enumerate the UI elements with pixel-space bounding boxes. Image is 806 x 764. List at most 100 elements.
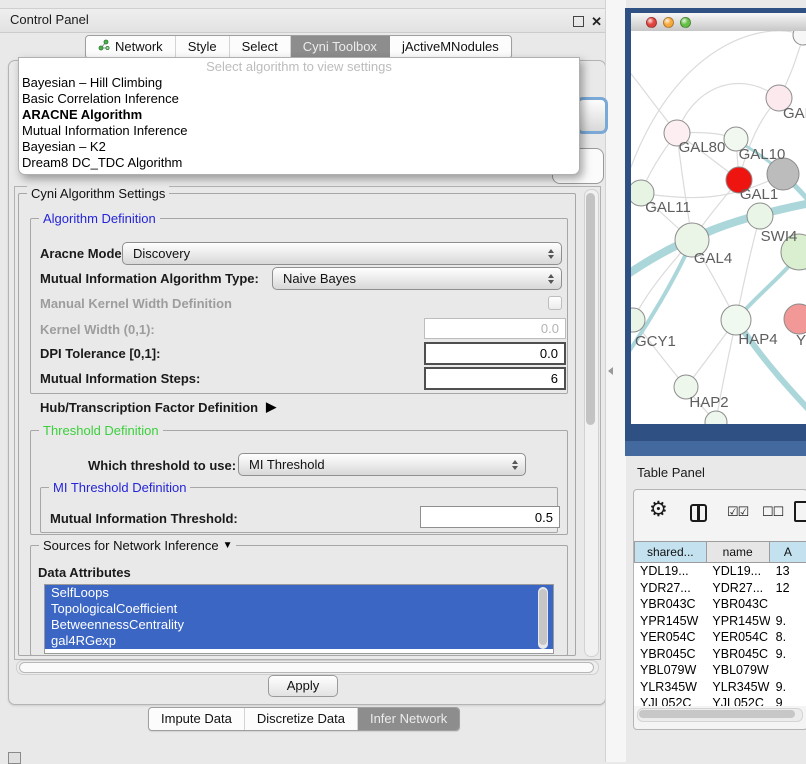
gear-icon[interactable]: ⚙ [649,497,668,522]
collapse-arrow-icon[interactable]: ▼ [223,540,233,551]
tab-label: Discretize Data [257,708,345,730]
restore-panel-icon[interactable] [8,752,21,764]
table-cell: YDL19... [706,563,769,580]
node-label-swi4: SWI4 [761,228,798,245]
checked-pair-icon[interactable]: ☑☑ [727,504,748,520]
table-cell: YER054C [634,629,706,646]
table-cell: 13 [770,563,806,580]
node-label-gcy1: GCY1 [635,333,676,350]
bottom-tabs: Impute Data Discretize Data Infer Network [148,707,460,731]
tab-jactivemnodules[interactable]: jActiveMNodules [390,36,511,58]
data-attribute-item[interactable]: TopologicalCoefficient [45,601,553,617]
dropdown-item[interactable]: Bayesian – Hill Climbing [19,75,579,91]
unchecked-pair-icon[interactable]: ☐☐ [762,504,783,520]
network-graph-icon [98,36,110,58]
tab-select[interactable]: Select [230,36,291,58]
close-window-icon[interactable] [646,17,657,28]
threshold-definition-legend: Threshold Definition [39,423,163,438]
table-cell: YPR145W [634,613,706,630]
table-row[interactable]: YDR27...YDR27...12 [634,580,806,597]
table-row[interactable]: YBR045CYBR045C9. [634,646,806,663]
dropdown-item[interactable]: ARACNE Algorithm [19,107,579,123]
split-view-icon[interactable] [690,504,707,522]
tab-network[interactable]: Network [86,36,176,58]
network-node-y[interactable] [784,304,806,334]
node-label-gal10: GAL10 [739,146,786,163]
tab-label: Cyni Toolbox [303,36,377,58]
focused-combo-fragment[interactable] [576,97,608,134]
which-threshold-select[interactable]: MI Threshold [238,453,526,476]
tab-infer-network[interactable]: Infer Network [358,708,459,730]
dropdown-item[interactable]: Bayesian – K2 [19,139,579,155]
tab-label: Impute Data [161,708,232,730]
table-cell: YBL079W [634,662,706,679]
dropdown-item[interactable]: Mutual Information Inference [19,123,579,139]
mi-type-label: Mutual Information Algorithm Type: [40,271,259,286]
aracne-mode-value: Discovery [133,246,190,261]
table-row[interactable]: YPR145WYPR145W9. [634,613,806,630]
scrollbar-thumb[interactable] [539,589,547,645]
node-label-gal11: GAL11 [645,199,691,216]
zoom-window-icon[interactable] [680,17,691,28]
tab-cyni-toolbox[interactable]: Cyni Toolbox [291,36,390,58]
table-cell: YDR27... [706,580,769,597]
apply-button[interactable]: Apply [268,675,338,697]
dpi-tolerance-input[interactable] [424,342,566,365]
mi-type-select[interactable]: Naive Bayes [272,267,562,290]
table-row[interactable]: YLR345WYLR345W9. [634,679,806,696]
which-threshold-label: Which threshold to use: [88,458,236,473]
page-icon[interactable] [794,501,806,522]
table-cell: YBR045C [634,646,706,663]
dropdown-item[interactable]: Basic Correlation Inference [19,91,579,107]
divider-collapse-handle[interactable] [608,367,613,375]
data-attribute-item[interactable]: BetweennessCentrality [45,617,553,633]
mi-threshold-input[interactable] [420,506,560,528]
network-canvas[interactable]: GALGAL80GAL10GAL1GAL11SWI4GAL4GCY1HAP4YH… [631,31,806,424]
control-panel-titlebar: Control Panel ✕ [0,8,612,33]
table-cell: YBR043C [706,596,769,613]
column-header-a[interactable]: A [770,541,806,563]
table-horizontal-scrollbar[interactable] [637,708,803,722]
aracne-mode-label: Aracne Mode: [40,246,126,261]
scrollbar-thumb[interactable] [586,193,595,425]
scrollbar-thumb[interactable] [639,710,795,718]
table-row[interactable]: YBL079WYBL079W [634,662,806,679]
table-cell: YDR27... [634,580,706,597]
network-node[interactable] [793,31,806,45]
control-panel-title: Control Panel [10,12,89,27]
hub-definition-expander[interactable]: Hub/Transcription Factor Definition ▶ [40,399,276,415]
dropdown-item[interactable]: Dream8 DC_TDC Algorithm [19,155,579,171]
settings-horizontal-scrollbar[interactable] [16,660,599,675]
tab-style[interactable]: Style [176,36,230,58]
control-panel-tabs: NetworkStyleSelect Cyni Toolbox jActiveMNo… [85,35,512,59]
tab-discretize-data[interactable]: Discretize Data [245,708,358,730]
close-panel-icon[interactable]: ✕ [591,14,602,30]
data-attribute-item[interactable]: SelfLoops [45,585,553,601]
mi-steps-input[interactable] [424,367,566,390]
scrollbar-thumb[interactable] [19,662,594,673]
network-node-swi4[interactable] [747,203,773,229]
list-vertical-scrollbar[interactable] [538,587,548,649]
column-header-name[interactable]: name [707,541,770,563]
column-header-shared-[interactable]: shared... [634,541,707,563]
float-panel-icon[interactable] [573,16,584,27]
data-attribute-item[interactable]: gal4RGexp [45,633,553,649]
network-window-titlebar[interactable] [631,13,806,32]
panel-divider[interactable] [605,0,626,762]
minimize-window-icon[interactable] [663,17,674,28]
table-cell: 9. [770,613,806,630]
table-row[interactable]: YBR043CYBR043C [634,596,806,613]
table-row[interactable]: YER054CYER054C8. [634,629,806,646]
data-attributes-list[interactable]: SelfLoopsTopologicalCoefficientBetweenne… [44,584,554,654]
manual-kernel-checkbox[interactable] [548,296,562,310]
table-row[interactable]: YJL052CYJL052C9 [634,695,806,706]
kernel-width-input[interactable] [424,318,566,339]
table-row[interactable]: YDL19...YDL19...13 [634,563,806,580]
aracne-mode-select[interactable]: Discovery [122,242,562,265]
table-cell: YLR345W [706,679,769,696]
table-cell: 12 [770,580,806,597]
spinner-arrows-icon [512,460,518,470]
settings-vertical-scrollbar[interactable] [584,189,599,657]
tab-impute-data[interactable]: Impute Data [149,708,245,730]
spinner-arrows-icon [548,249,554,259]
